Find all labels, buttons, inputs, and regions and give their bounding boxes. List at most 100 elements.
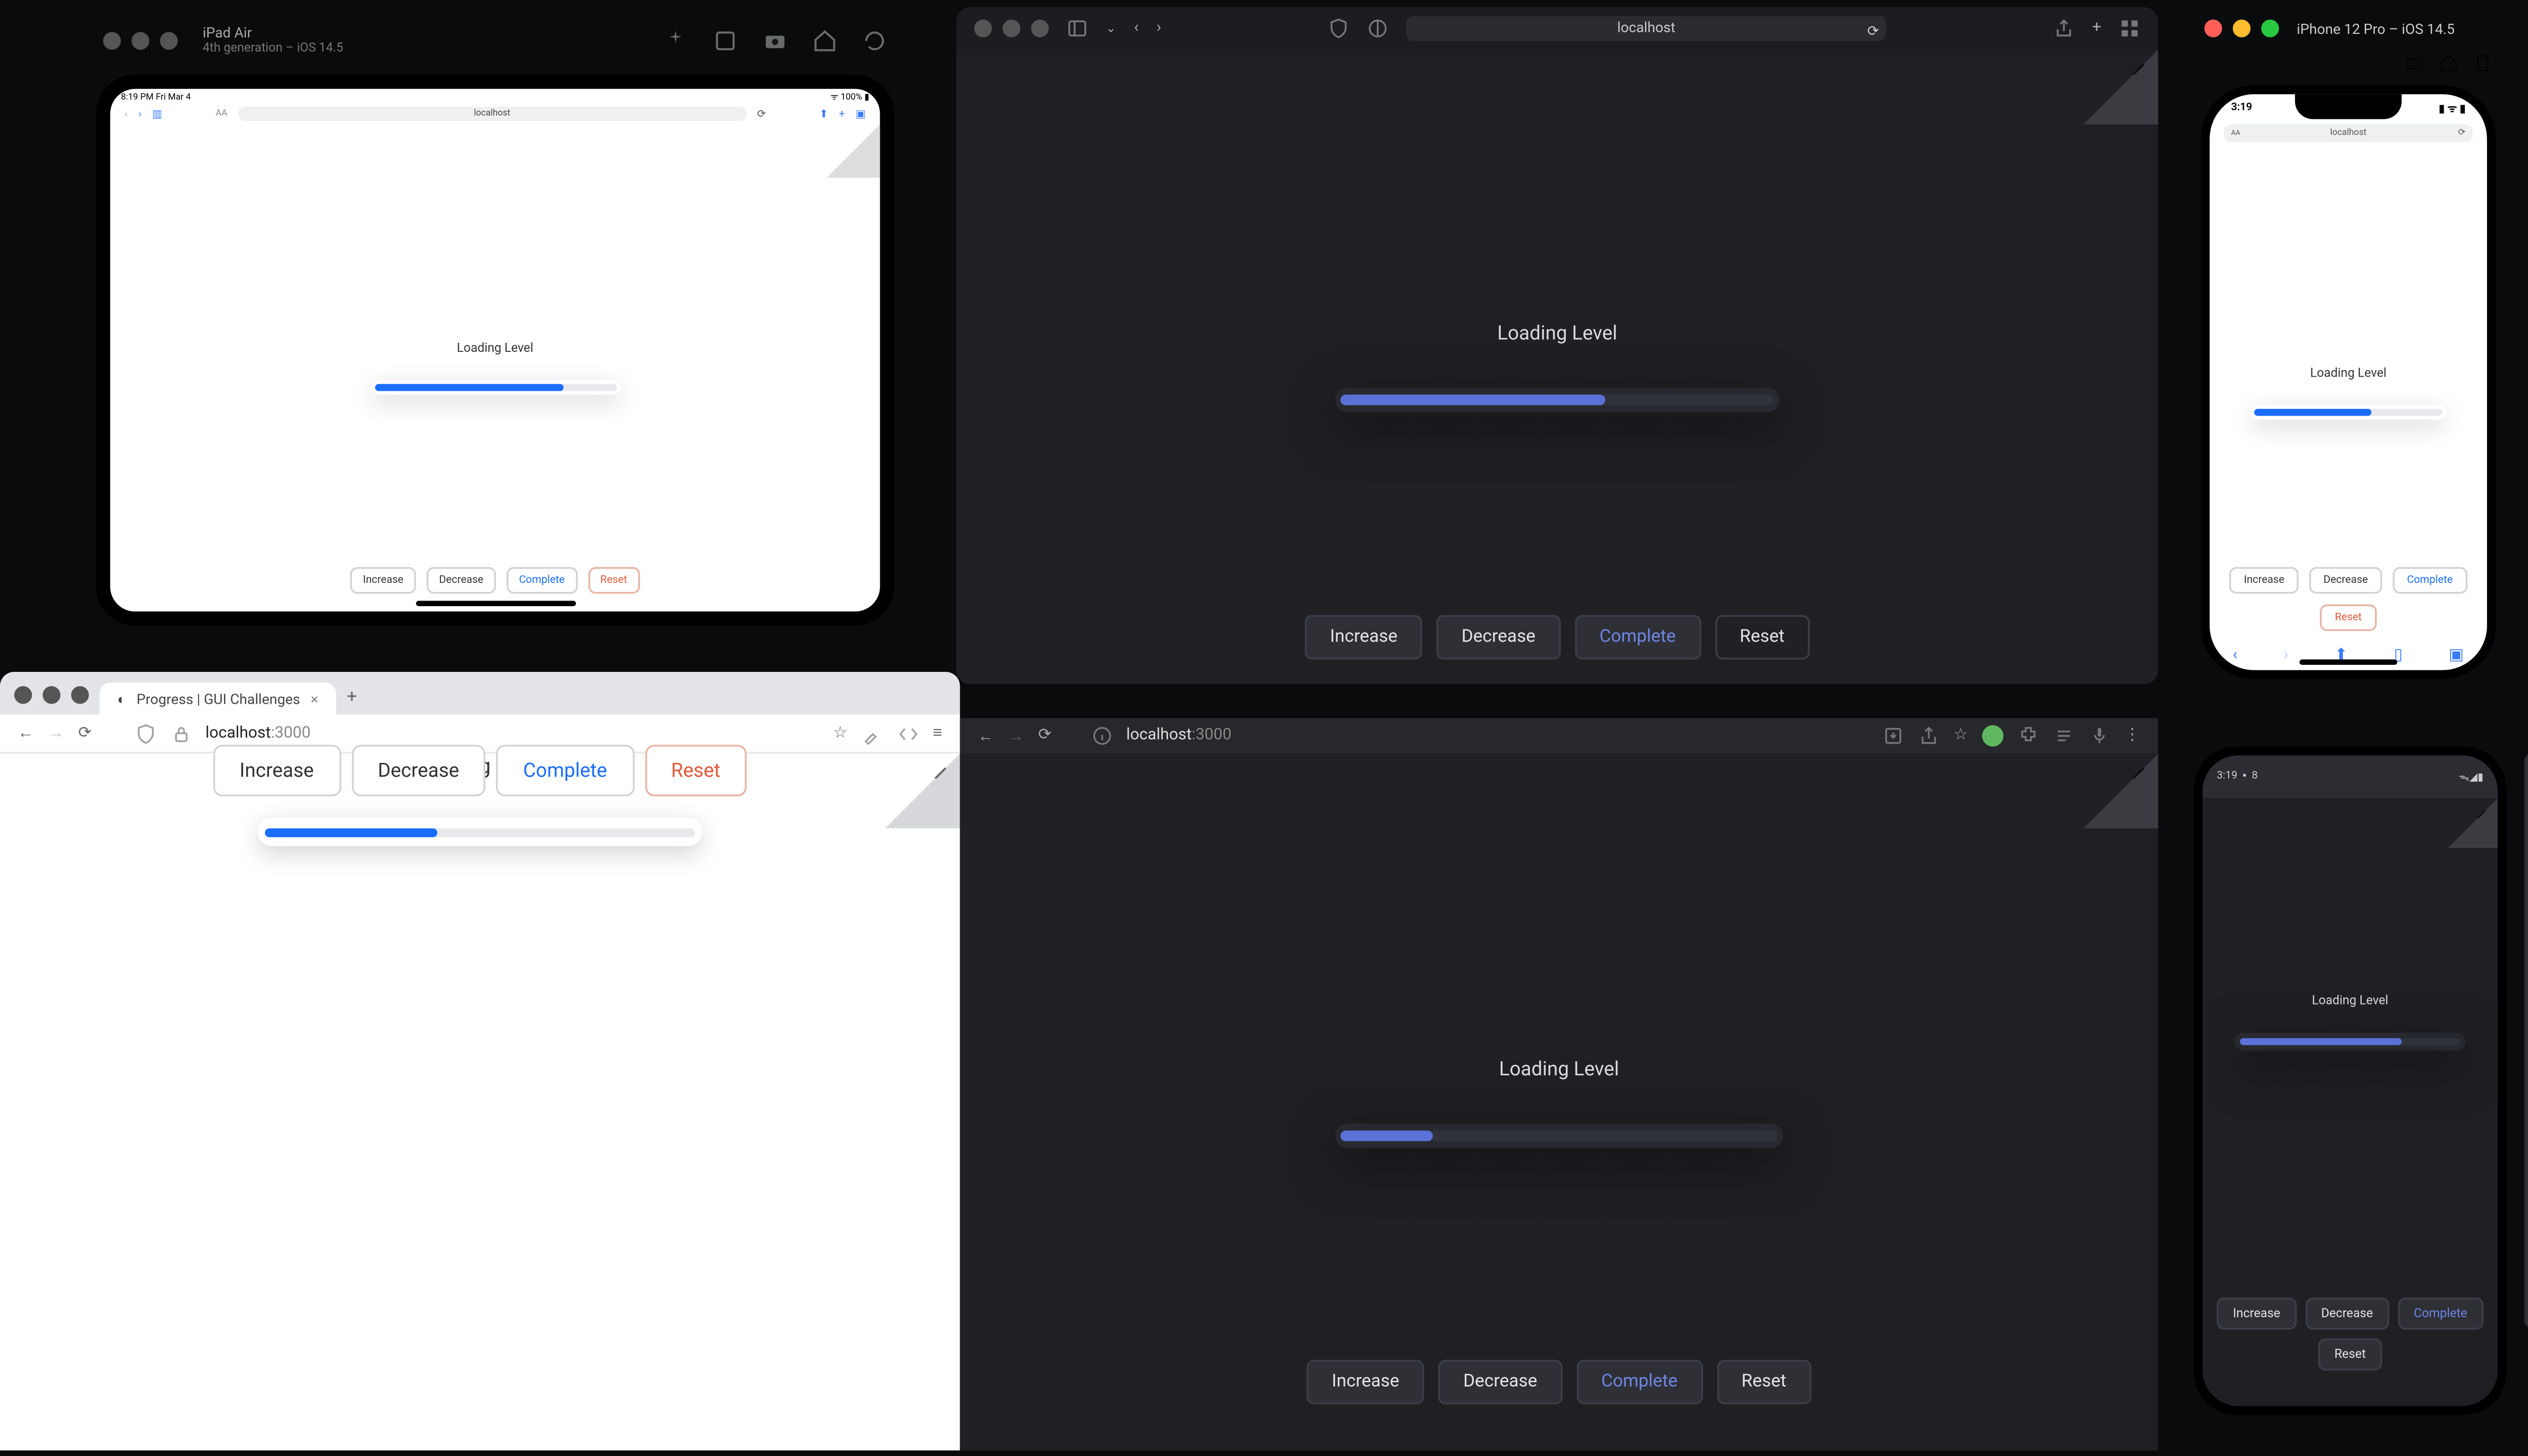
decrease-button[interactable]: Decrease: [2309, 567, 2382, 594]
tab-close-icon[interactable]: ×: [311, 691, 319, 707]
reload-icon[interactable]: ⟳: [757, 108, 766, 120]
decrease-button[interactable]: Decrease: [1436, 615, 1560, 660]
tabs-icon[interactable]: ▣: [2449, 647, 2464, 665]
menu-icon[interactable]: ≡: [933, 723, 942, 743]
decrease-button[interactable]: Decrease: [351, 745, 486, 796]
new-tab-icon[interactable]: +: [2092, 20, 2101, 37]
bookmark-star-icon[interactable]: ☆: [833, 724, 847, 742]
increase-button[interactable]: Increase: [2217, 1298, 2296, 1330]
reset-button[interactable]: Reset: [645, 745, 747, 796]
reset-button[interactable]: Reset: [2321, 604, 2376, 631]
bookmark-star-icon[interactable]: ☆: [1954, 727, 1968, 745]
decrease-button[interactable]: Decrease: [427, 567, 496, 594]
button-row: Increase Decrease Complete Reset: [2202, 1298, 2498, 1371]
increase-button[interactable]: Increase: [1305, 615, 1422, 660]
new-tab-icon[interactable]: +: [347, 688, 357, 715]
home-icon[interactable]: [2439, 53, 2459, 72]
share-icon[interactable]: [1918, 725, 1939, 747]
sidebar-icon[interactable]: ▥: [152, 108, 162, 120]
back-icon[interactable]: ‹: [124, 108, 127, 120]
safari-url-field[interactable]: localhost: [238, 107, 747, 121]
sidebar-icon[interactable]: [1067, 18, 1088, 39]
complete-button[interactable]: Complete: [2393, 567, 2467, 594]
back-icon[interactable]: ‹: [1134, 20, 1139, 37]
reading-list-icon[interactable]: [2053, 725, 2074, 747]
safari-url-field[interactable]: localhost⟳: [1406, 16, 1886, 41]
share-icon[interactable]: [2053, 18, 2074, 39]
extension-icon[interactable]: [1982, 725, 2003, 747]
increase-button[interactable]: Increase: [2230, 567, 2298, 594]
back-icon[interactable]: ‹: [2233, 647, 2238, 665]
devtools-fold-icon[interactable]: [885, 754, 960, 829]
devtools-fold-icon[interactable]: [2448, 797, 2498, 847]
devtools-fold-icon[interactable]: [2084, 50, 2158, 124]
forward-icon[interactable]: →: [1008, 726, 1024, 746]
tabs-grid-icon[interactable]: [2119, 18, 2140, 39]
traffic-lights[interactable]: [2204, 13, 2279, 44]
back-icon[interactable]: ←: [978, 726, 994, 746]
increase-button[interactable]: Increase: [1307, 1360, 1424, 1404]
iphone-device-frame: 3:19 ▮ ᯤ ▮ AA localhost ⟳ Loading Level …: [2201, 85, 2496, 679]
url-text[interactable]: localhost:3000: [1126, 727, 1232, 745]
screenshot-icon[interactable]: [713, 28, 738, 53]
appearance-icon[interactable]: [1367, 18, 1388, 39]
decrease-button[interactable]: Decrease: [2305, 1298, 2389, 1330]
traffic-lights[interactable]: [974, 13, 1049, 44]
url-text[interactable]: localhost:3000: [205, 724, 310, 742]
traffic-lights[interactable]: [103, 25, 178, 57]
eyedropper-icon[interactable]: [862, 722, 883, 744]
forward-icon[interactable]: →: [48, 723, 64, 743]
shield-icon[interactable]: [1328, 18, 1349, 39]
browser-dark-page-content: Loading Level Increase Decrease Complete…: [960, 754, 2158, 1450]
reload-icon[interactable]: ⟳: [1038, 727, 1052, 745]
browser-tab[interactable]: ◐ Progress | GUI Challenges ×: [100, 682, 336, 714]
forward-icon[interactable]: ›: [139, 108, 142, 120]
sim-device-title: iPhone 12 Pro – iOS 14.5: [2297, 20, 2455, 36]
complete-button[interactable]: Complete: [1574, 615, 1700, 660]
reset-button[interactable]: Reset: [2318, 1339, 2381, 1371]
complete-button[interactable]: Complete: [507, 567, 577, 594]
complete-button[interactable]: Complete: [1576, 1360, 1702, 1404]
devtools-fold-icon[interactable]: [2084, 754, 2158, 829]
complete-button[interactable]: Complete: [2398, 1298, 2483, 1330]
install-icon[interactable]: [1882, 725, 1904, 747]
reset-button[interactable]: Reset: [1715, 615, 1810, 660]
rotate-icon[interactable]: [862, 28, 887, 53]
menu-icon[interactable]: ⋮: [2125, 727, 2141, 745]
safari-dark-window: ⌄ ‹ › localhost⟳ + Loading Level Increas…: [957, 7, 2158, 685]
shield-icon[interactable]: [134, 722, 156, 744]
ipad-device-frame: 8:19 PM Fri Mar 4 ᯤ 100% ▮ ‹ › ▥ AA loca…: [96, 75, 894, 626]
devtools-icon[interactable]: [897, 722, 919, 744]
lock-icon[interactable]: [170, 722, 191, 744]
chevron-down-icon[interactable]: ⌄: [1106, 21, 1116, 35]
increase-button[interactable]: Increase: [213, 745, 340, 796]
mic-icon[interactable]: [2089, 725, 2110, 747]
forward-icon[interactable]: ›: [1156, 20, 1161, 37]
home-icon[interactable]: [812, 28, 837, 53]
tabs-icon[interactable]: ▣: [855, 108, 866, 120]
info-icon[interactable]: [1091, 725, 1112, 747]
devtools-fold-icon[interactable]: [827, 124, 880, 177]
extensions-icon[interactable]: [2018, 725, 2039, 747]
reload-icon[interactable]: ⟳: [2458, 124, 2466, 142]
reader-icon[interactable]: AA: [215, 108, 227, 119]
forward-icon[interactable]: ›: [2284, 647, 2289, 665]
reset-button[interactable]: Reset: [1717, 1360, 1811, 1404]
share-icon[interactable]: ⬆: [819, 108, 828, 120]
reload-icon[interactable]: ⟳: [1867, 20, 1879, 44]
sparkle-icon[interactable]: [663, 28, 688, 53]
reader-icon[interactable]: AA: [2231, 124, 2240, 142]
traffic-lights[interactable]: [14, 679, 89, 714]
rotate-icon[interactable]: [2473, 53, 2493, 72]
tab-favicon-icon: ◐: [117, 691, 126, 707]
back-icon[interactable]: ←: [18, 723, 34, 743]
decrease-button[interactable]: Decrease: [1438, 1360, 1562, 1404]
complete-button[interactable]: Complete: [496, 745, 634, 796]
reset-button[interactable]: Reset: [588, 567, 640, 594]
safari-url-field[interactable]: AA localhost ⟳: [2224, 124, 2473, 142]
camera-icon[interactable]: [2405, 53, 2425, 72]
camera-icon[interactable]: [762, 28, 787, 53]
reload-icon[interactable]: ⟳: [78, 724, 92, 742]
new-tab-icon[interactable]: +: [839, 108, 845, 120]
increase-button[interactable]: Increase: [350, 567, 416, 594]
